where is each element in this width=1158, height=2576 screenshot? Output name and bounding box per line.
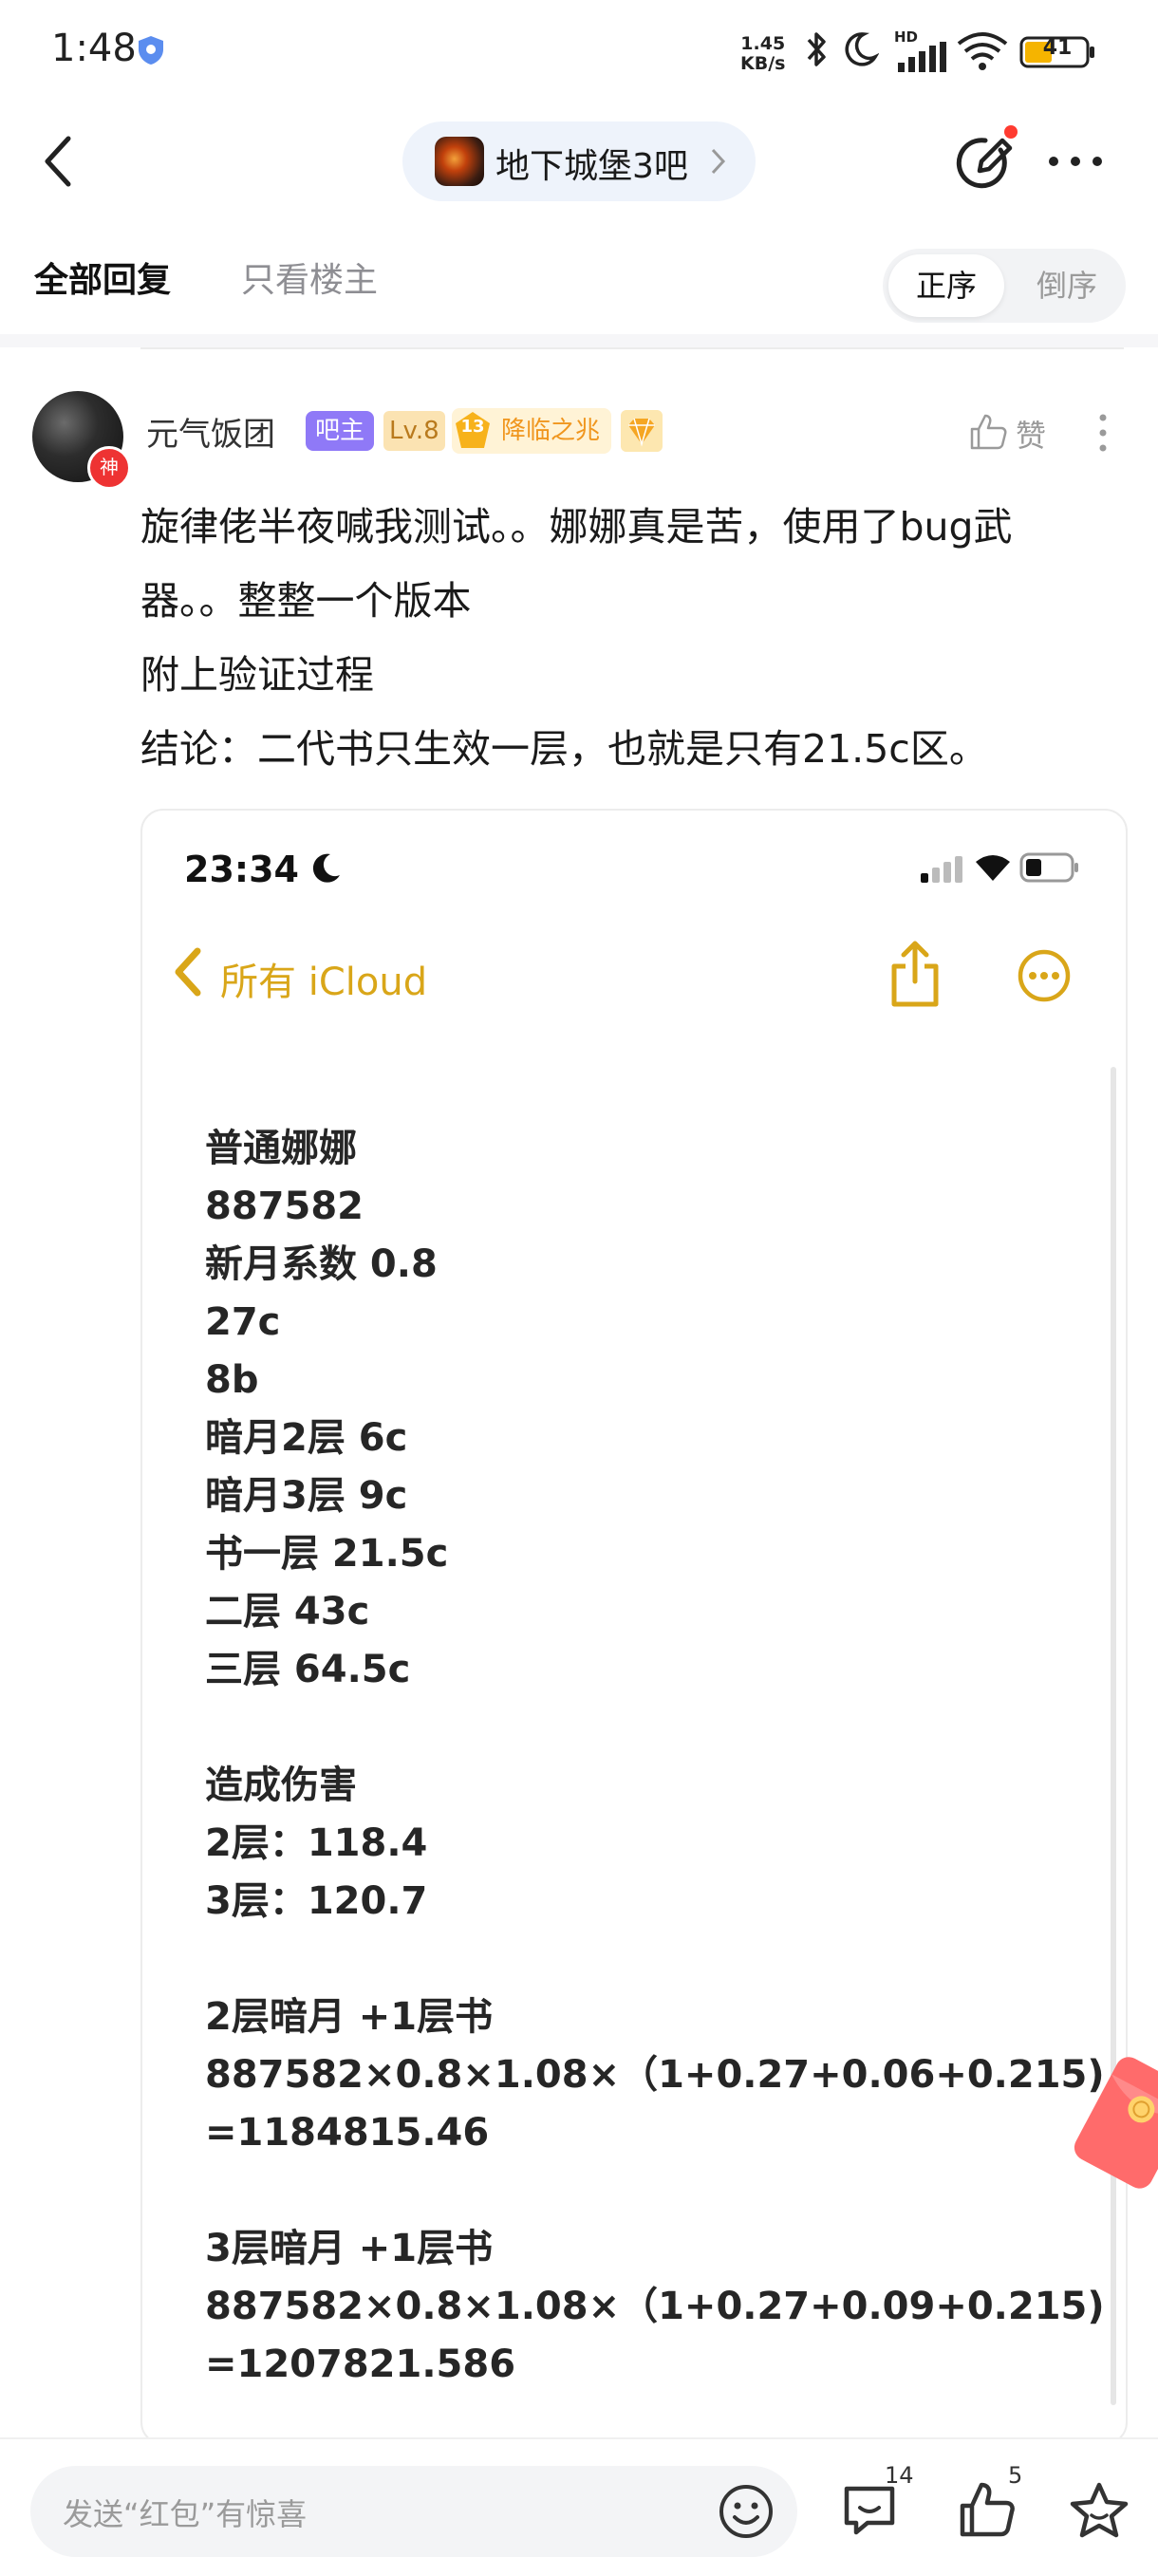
chevron-left-icon xyxy=(175,947,201,997)
sort-descending-button[interactable]: 倒序 xyxy=(1014,254,1120,317)
battery-level: 41 xyxy=(1042,36,1073,60)
post-text-line: 旋律佬半夜喊我测试。。娜娜真是苦，使用了bug武 xyxy=(140,504,1013,550)
status-time: 1:48 xyxy=(51,27,137,70)
more-vertical-icon[interactable] xyxy=(1093,410,1112,456)
notification-dot xyxy=(1004,125,1018,139)
note-line: =1184815.46 xyxy=(205,2111,490,2155)
note-line: 3层暗月 +1层书 xyxy=(205,2227,494,2270)
like-label[interactable]: 赞 xyxy=(1016,412,1046,456)
note-line: 二层 43c xyxy=(205,1590,370,1633)
note-line: =1207821.586 xyxy=(205,2343,516,2386)
note-line: 887582 xyxy=(205,1185,364,1228)
forum-name: 地下城堡3吧 xyxy=(495,147,688,186)
moon-icon xyxy=(845,32,879,66)
note-line: 887582×0.8×1.08×（1+0.27+0.09+0.215) xyxy=(205,2285,1105,2328)
cellular-signal-icon xyxy=(921,856,962,883)
notes-folder-label: 所有 iCloud xyxy=(220,961,428,1004)
network-speed: 1.45 KB/s xyxy=(740,34,785,74)
sort-ascending-button[interactable]: 正序 xyxy=(888,254,1004,317)
note-line: 暗月3层 9c xyxy=(205,1474,408,1518)
battery-icon xyxy=(1019,852,1078,883)
note-line: 普通娜娜 xyxy=(205,1127,357,1170)
back-button[interactable] xyxy=(36,133,84,190)
divider xyxy=(140,347,1124,349)
red-packet-icon[interactable] xyxy=(1073,2050,1158,2193)
tab-all-replies[interactable]: 全部回复 xyxy=(34,252,171,302)
cellular-signal-icon xyxy=(898,42,946,72)
comment-count: 14 xyxy=(885,2462,914,2489)
smiley-icon[interactable] xyxy=(718,2483,775,2540)
note-line xyxy=(205,1699,1097,1757)
post-text-line: 附上验证过程 xyxy=(140,652,374,698)
comment-placeholder: 发送“红包”有惊喜 xyxy=(63,2496,308,2532)
shield-icon xyxy=(139,36,163,65)
note-line: 2层：118.4 xyxy=(205,1821,428,1865)
post-body: 旋律佬半夜喊我测试。。娜娜真是苦，使用了bug武 器。。整整一个版本 附上验证过… xyxy=(140,490,1109,786)
note-line: 887582×0.8×1.08×（1+0.27+0.06+0.215) xyxy=(205,2053,1105,2097)
note-line: 27c xyxy=(205,1300,281,1344)
avatar[interactable]: 神 xyxy=(32,391,131,490)
network-speed-unit: KB/s xyxy=(740,53,786,74)
network-speed-value: 1.45 xyxy=(740,33,786,54)
forum-title-pill[interactable]: 地下城堡3吧 xyxy=(402,121,756,201)
post-text-line: 结论：二代书只生效一层，也就是只有21.5c区。 xyxy=(140,726,988,772)
medal-number: 13 xyxy=(460,417,485,437)
edit-icon[interactable] xyxy=(955,133,1016,194)
username[interactable]: 元气饭团 xyxy=(146,408,275,455)
post-image[interactable]: 23:34 所有 iCloud 普通娜娜 887582 新月系数 0.8 27c… xyxy=(140,809,1128,2445)
status-bar: 1:48 1.45 KB/s HD 41 xyxy=(0,0,1158,104)
note-line: 造成伤害 xyxy=(205,1764,357,1807)
chevron-right-icon xyxy=(711,148,726,175)
section-divider xyxy=(0,334,1158,347)
note-line: 暗月2层 6c xyxy=(205,1416,408,1460)
more-horizontal-icon[interactable] xyxy=(1044,142,1107,180)
level-badge: Lv.8 xyxy=(383,411,445,451)
thumbs-up-icon[interactable] xyxy=(968,412,1008,452)
note-line xyxy=(205,1931,1097,1988)
note-line: 2层暗月 +1层书 xyxy=(205,1995,494,2039)
avatar-badge: 神 xyxy=(87,446,131,490)
medal-title: 降临之兆 xyxy=(501,417,601,445)
gem-icon xyxy=(621,410,663,452)
role-badge: 吧主 xyxy=(306,411,375,451)
tab-op-only[interactable]: 只看楼主 xyxy=(241,252,378,302)
wifi-icon xyxy=(976,855,1010,881)
note-line: 三层 64.5c xyxy=(205,1648,411,1691)
comment-input[interactable]: 发送“红包”有惊喜 xyxy=(30,2466,797,2557)
like-count: 5 xyxy=(1008,2462,1023,2489)
note-line: 新月系数 0.8 xyxy=(205,1242,438,1286)
wifi-icon xyxy=(957,32,1008,70)
post-text-line: 器。。整整一个版本 xyxy=(140,578,472,624)
embedded-status-time: 23:34 xyxy=(184,849,299,890)
note-content: 普通娜娜 887582 新月系数 0.8 27c 8b 暗月2层 6c 暗月3层… xyxy=(205,1120,1105,2394)
more-circle-icon xyxy=(1018,949,1071,1002)
moon-icon xyxy=(312,853,340,883)
note-line: 3层：120.7 xyxy=(205,1879,428,1923)
bottom-action-bar: 发送“红包”有惊喜 14 5 xyxy=(0,2437,1158,2576)
note-line: 8b xyxy=(205,1358,259,1402)
sort-toggle: 正序 倒序 xyxy=(883,249,1126,323)
share-icon xyxy=(891,941,939,1007)
bluetooth-icon xyxy=(807,32,826,66)
scrollbar xyxy=(1111,1067,1116,2405)
medal-badge[interactable]: 13 降临之兆 xyxy=(452,408,612,454)
note-line xyxy=(205,2162,1097,2220)
note-line: 书一层 21.5c xyxy=(205,1532,449,1576)
forum-avatar xyxy=(435,137,484,186)
star-icon[interactable] xyxy=(1069,2481,1130,2540)
